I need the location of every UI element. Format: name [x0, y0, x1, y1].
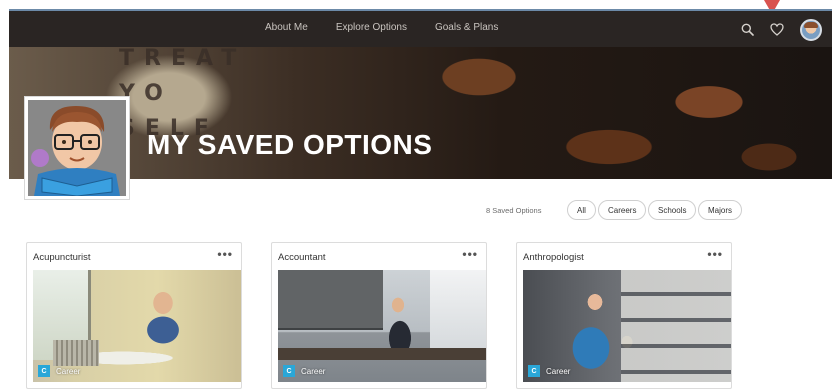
career-tag-icon: C — [528, 365, 540, 377]
user-avatar[interactable] — [800, 19, 822, 41]
filter-chip-schools[interactable]: Schools — [648, 200, 697, 220]
category-tag: C Career — [38, 365, 80, 377]
cabinet-shape — [278, 270, 383, 330]
saved-option-card[interactable]: Anthropologist ••• C Career — [516, 242, 732, 389]
nav-link-about-me[interactable]: About Me — [265, 22, 308, 33]
nav-link-goals-plans[interactable]: Goals & Plans — [435, 22, 498, 33]
saved-options-page: About Me Explore Options Goals & Plans T… — [0, 0, 832, 389]
tag-label: Career — [301, 366, 326, 376]
more-options-icon[interactable]: ••• — [707, 248, 723, 260]
category-tag: C Career — [283, 365, 325, 377]
window-shape — [430, 270, 486, 350]
page-title: MY SAVED OPTIONS — [147, 129, 433, 160]
hero-banner: TREAT YO SELF MY SAVED OPTIONS — [9, 47, 832, 179]
card-title: Anthropologist — [523, 252, 584, 263]
card-image: C Career — [278, 270, 486, 382]
radiator-shape — [53, 340, 99, 366]
filter-chip-majors[interactable]: Majors — [698, 200, 743, 220]
search-icon[interactable] — [738, 20, 756, 38]
profile-avatar[interactable] — [24, 96, 130, 200]
tag-label: Career — [56, 366, 81, 376]
saved-option-card[interactable]: Acupuncturist ••• C Career — [26, 242, 242, 389]
shelves-shape — [621, 270, 731, 382]
filter-chip-careers[interactable]: Careers — [598, 200, 647, 220]
filter-chip-all[interactable]: All — [567, 200, 596, 220]
saved-count: 8 Saved Options — [486, 206, 542, 215]
card-image: C Career — [523, 270, 731, 382]
card-image: C Career — [33, 270, 241, 382]
more-options-icon[interactable]: ••• — [217, 248, 233, 260]
card-title: Acupuncturist — [33, 252, 91, 263]
profile-avatar-image — [28, 100, 126, 196]
career-tag-icon: C — [38, 365, 50, 377]
desk-shape — [278, 348, 486, 360]
card-title: Accountant — [278, 252, 326, 263]
nav-links: About Me Explore Options Goals & Plans — [265, 22, 498, 33]
tag-label: Career — [546, 366, 571, 376]
heart-icon[interactable] — [768, 20, 786, 38]
more-options-icon[interactable]: ••• — [462, 248, 478, 260]
category-tag: C Career — [528, 365, 570, 377]
top-navigation-bar: About Me Explore Options Goals & Plans — [9, 9, 832, 47]
nav-link-explore-options[interactable]: Explore Options — [336, 22, 407, 33]
saved-option-card[interactable]: Accountant ••• C Career — [271, 242, 487, 389]
career-tag-icon: C — [283, 365, 295, 377]
